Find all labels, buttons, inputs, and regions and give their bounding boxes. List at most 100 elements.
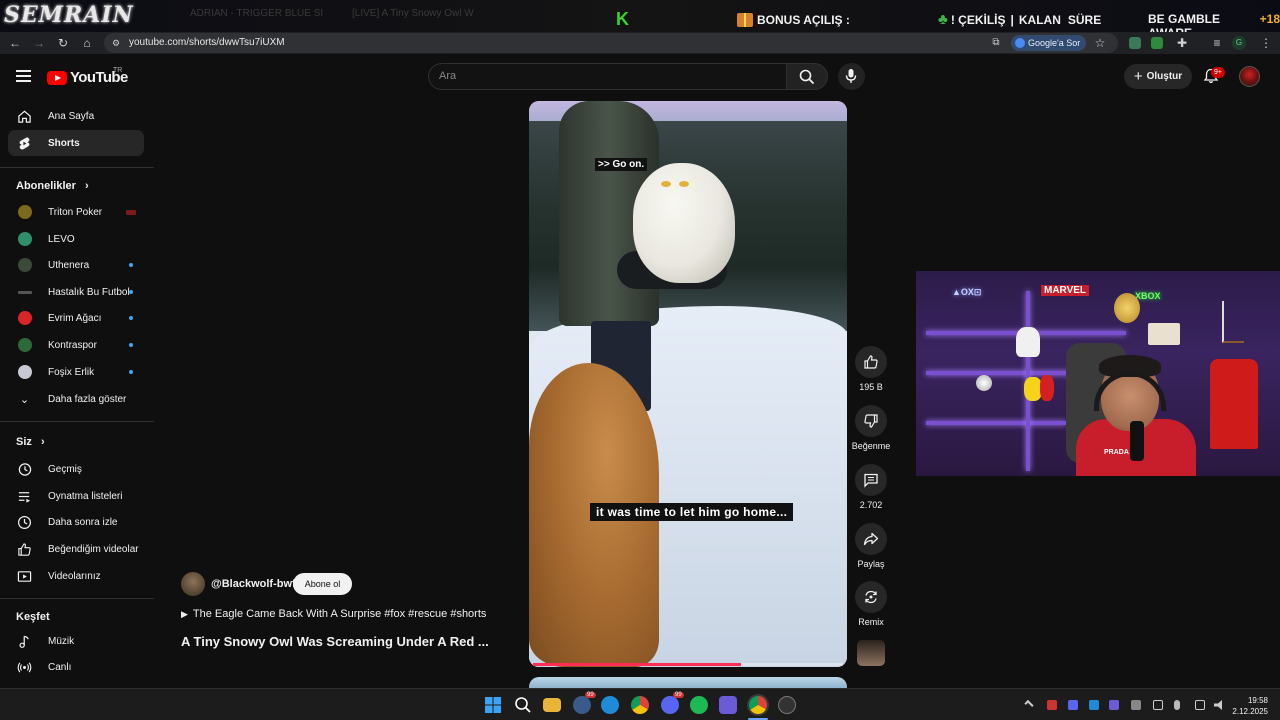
edge-icon[interactable] xyxy=(601,696,619,714)
channel-name: Triton Poker xyxy=(48,206,103,218)
account-avatar[interactable] xyxy=(1239,66,1260,87)
app-icon-1[interactable] xyxy=(573,696,591,714)
mario-figure xyxy=(1040,375,1054,401)
sidebar-item-playlists[interactable]: Oynatma listeleri xyxy=(8,483,144,509)
sidebar-item-label: Canlı xyxy=(48,661,72,673)
sidebar-item-liked-videos[interactable]: Beğendiğim videolar xyxy=(8,536,144,562)
channel-name[interactable]: @Blackwolf-bwf xyxy=(211,578,296,590)
next-short-preview[interactable] xyxy=(529,677,847,688)
bookmark-star-icon[interactable]: ☆ xyxy=(1092,35,1108,51)
channel-avatar xyxy=(18,232,32,246)
extension-icon-2[interactable] xyxy=(1151,37,1163,49)
search-input[interactable] xyxy=(439,70,769,82)
neon-shelf xyxy=(926,421,1066,425)
browser-menu-icon[interactable]: ⋮ xyxy=(1258,35,1274,51)
network-icon[interactable] xyxy=(1195,700,1205,710)
channel-name: Uthenera xyxy=(48,259,90,271)
channel-avatar xyxy=(18,258,32,272)
extension-icon-1[interactable] xyxy=(1129,37,1141,49)
thumbs-down-icon xyxy=(864,414,878,428)
extensions-puzzle-icon[interactable]: ✚ xyxy=(1174,35,1190,51)
playlist-link[interactable]: ▶ The Eagle Came Back With A Surprise #f… xyxy=(181,608,486,621)
shorts-video-player[interactable]: >> Go on. it was time to let him go home… xyxy=(529,101,847,667)
back-icon[interactable]: ← xyxy=(7,35,23,51)
install-app-icon[interactable]: ⧉ xyxy=(988,35,1004,51)
volume-icon[interactable] xyxy=(1214,700,1222,710)
video-progress-fill xyxy=(533,663,741,666)
video-progress-bar[interactable] xyxy=(533,663,843,666)
search-button[interactable] xyxy=(786,63,828,90)
remix-icon xyxy=(865,590,877,604)
sidebar-item-home[interactable]: Ana Sayfa xyxy=(8,103,144,129)
channel-avatar[interactable] xyxy=(181,572,205,596)
subscribe-button[interactable]: Abone ol xyxy=(293,573,352,595)
sidebar-channel-uthenera[interactable]: Uthenera xyxy=(8,252,144,278)
reload-icon[interactable]: ↻ xyxy=(55,35,71,51)
subscriptions-title[interactable]: Abonelikler › xyxy=(16,180,89,192)
sidebar-item-live[interactable]: Canlı xyxy=(8,654,144,680)
url-text[interactable]: youtube.com/shorts/dwwTsu7iUXM xyxy=(129,37,285,48)
spotify-icon[interactable] xyxy=(690,696,708,714)
sidebar-item-shorts[interactable]: Shorts xyxy=(8,130,144,156)
neon-shelf xyxy=(926,371,1076,375)
sidebar-channel-kontraspor[interactable]: Kontraspor xyxy=(8,332,144,358)
create-label: Oluştur xyxy=(1146,71,1183,82)
discord-icon[interactable] xyxy=(661,696,679,714)
forward-icon[interactable]: → xyxy=(31,35,47,51)
channel-avatar xyxy=(18,338,32,352)
teams-icon[interactable] xyxy=(719,696,737,714)
tray-app-icon[interactable] xyxy=(1131,700,1141,710)
home-browser-icon[interactable]: ⌂ xyxy=(79,35,95,51)
time-label: SÜRE xyxy=(1067,13,1102,27)
tray-app-icon[interactable] xyxy=(1089,700,1099,710)
google-ask-button[interactable]: Google'a Sor xyxy=(1011,35,1087,51)
you-section-title[interactable]: Siz › xyxy=(16,436,45,448)
show-more-button[interactable]: ⌄ Daha fazla göster xyxy=(8,386,144,412)
tray-app-icon[interactable] xyxy=(1109,700,1119,710)
youtube-header: YouTube TR + Oluştur 9+ xyxy=(0,56,1280,98)
sidebar-item-label: Daha sonra izle xyxy=(48,516,118,528)
chrome-active-icon[interactable] xyxy=(749,696,767,714)
like-button[interactable] xyxy=(855,346,887,378)
dislike-label: Beğenme xyxy=(851,441,891,451)
dislike-button[interactable] xyxy=(855,405,887,437)
tray-discord-icon[interactable] xyxy=(1068,700,1078,710)
sidebar-channel-evrim-agaci[interactable]: Evrim Ağacı xyxy=(8,305,144,331)
file-explorer-icon[interactable] xyxy=(543,698,561,712)
search-box[interactable] xyxy=(428,63,786,90)
browser-tab-1[interactable]: ADRIAN - TRIGGER BLUE SI xyxy=(190,8,323,19)
share-icon xyxy=(863,532,879,546)
share-button[interactable] xyxy=(855,523,887,555)
sidebar-item-watch-later[interactable]: Daha sonra izle xyxy=(8,509,144,535)
taskbar-search-icon[interactable] xyxy=(514,696,532,714)
sidebar-channel-hastalik-bu-futbol[interactable]: Hastalık Bu Futbol xyxy=(8,279,144,305)
browser-tab-2[interactable]: [LIVE] A Tiny Snowy Owl W xyxy=(352,8,474,19)
sound-source-thumbnail[interactable] xyxy=(857,640,885,666)
sidebar-item-music[interactable]: Müzik xyxy=(8,628,144,654)
video-title[interactable]: A Tiny Snowy Owl Was Screaming Under A R… xyxy=(181,634,489,649)
sidebar-channel-triton-poker[interactable]: Triton Poker xyxy=(8,199,144,225)
tray-expand-icon[interactable] xyxy=(1024,699,1034,710)
remix-button[interactable] xyxy=(855,581,887,613)
media-control-icon[interactable]: ≡ xyxy=(1209,35,1225,51)
menu-icon[interactable] xyxy=(16,70,31,82)
create-button[interactable]: + Oluştur xyxy=(1124,64,1192,89)
voice-search-button[interactable] xyxy=(838,63,865,90)
windows-start-icon[interactable] xyxy=(484,696,502,714)
sidebar-item-your-videos[interactable]: Videolarınız xyxy=(8,563,144,589)
sidebar-channel-levo[interactable]: LEVO xyxy=(8,226,144,252)
comments-button[interactable] xyxy=(855,464,887,496)
site-info-icon[interactable]: ⚙ xyxy=(108,35,124,51)
sidebar-divider xyxy=(0,421,154,422)
battery-icon[interactable] xyxy=(1153,700,1163,710)
sidebar-channel-fosix-erlik[interactable]: Foşix Erlik xyxy=(8,359,144,385)
app-icon-2[interactable] xyxy=(778,696,796,714)
marvel-neon-sign: MARVEL xyxy=(1041,285,1090,296)
tray-app-icon[interactable] xyxy=(1047,700,1057,710)
profile-avatar[interactable]: G xyxy=(1232,36,1246,50)
sidebar-item-history[interactable]: Geçmiş xyxy=(8,456,144,482)
microphone-tray-icon[interactable] xyxy=(1174,700,1180,710)
taskbar-clock[interactable]: 19:58 2.12.2025 xyxy=(1232,695,1268,717)
chrome-icon[interactable] xyxy=(631,696,649,714)
notification-count-badge: 9+ xyxy=(1211,67,1225,78)
